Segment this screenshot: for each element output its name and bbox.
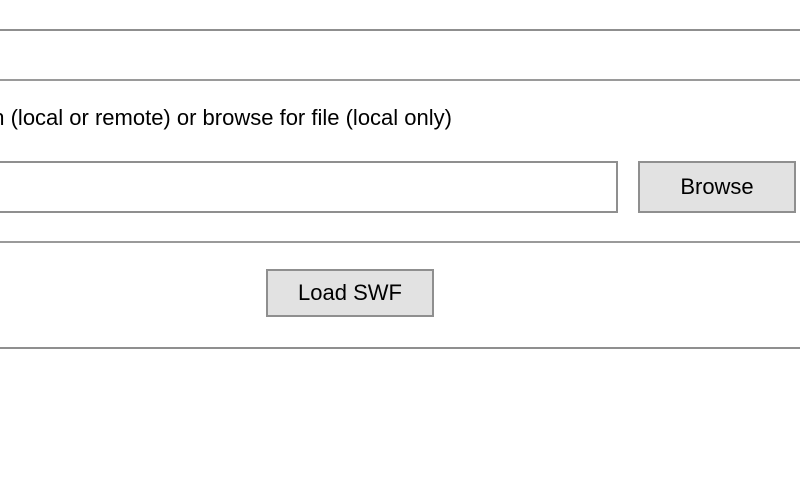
- dialog-title-bar: SWF: [0, 31, 800, 79]
- browse-button[interactable]: Browse: [638, 161, 796, 213]
- dialog-footer: Load SWF: [0, 243, 800, 347]
- load-swf-button[interactable]: Load SWF: [266, 269, 434, 317]
- path-row: Browse: [0, 161, 792, 213]
- load-swf-dialog: SWF r full path (local or remote) or bro…: [0, 29, 800, 349]
- dialog-body: r full path (local or remote) or browse …: [0, 79, 800, 243]
- instruction-text: r full path (local or remote) or browse …: [0, 105, 792, 131]
- path-input[interactable]: [0, 161, 618, 213]
